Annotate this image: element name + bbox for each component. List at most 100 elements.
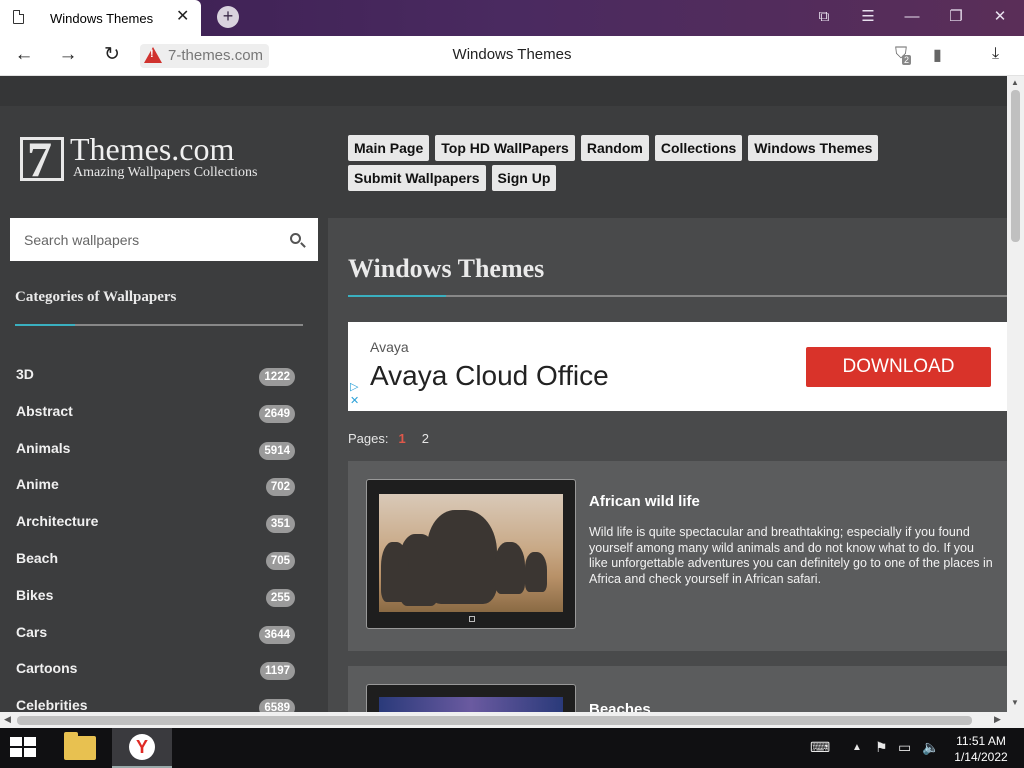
- category-name[interactable]: Animals: [16, 440, 70, 456]
- ad-choices-icon[interactable]: ▷ ✕: [350, 380, 359, 408]
- category-name[interactable]: Cars: [16, 624, 47, 640]
- logo-tagline: Amazing Wallpapers Collections: [73, 165, 258, 180]
- minimize-button[interactable]: —: [902, 8, 922, 26]
- download-icon[interactable]: ⤓: [992, 45, 999, 63]
- search-box: [10, 218, 318, 261]
- main-content: Windows Themes Avaya Avaya Cloud Office …: [328, 218, 1007, 712]
- theme-title[interactable]: African wild life: [589, 493, 700, 510]
- category-item[interactable]: Beach 705: [0, 550, 318, 587]
- page-link[interactable]: 2: [422, 431, 429, 446]
- scroll-down-icon[interactable]: ▼: [1011, 698, 1019, 707]
- windows-logo-icon: [469, 616, 475, 622]
- category-count: 255: [265, 588, 295, 607]
- menu-main-page[interactable]: Main Page: [348, 135, 430, 161]
- sidebar-title: Categories of Wallpapers: [15, 289, 177, 305]
- network-icon[interactable]: ▭: [898, 739, 911, 756]
- protect-badge: 2: [902, 55, 912, 65]
- new-tab-button[interactable]: +: [217, 6, 239, 28]
- horizontal-scrollbar[interactable]: ◀ ▶: [0, 712, 1007, 728]
- search-icon[interactable]: [290, 233, 301, 244]
- close-tab-icon[interactable]: ✕: [176, 8, 189, 26]
- category-count: 6589: [259, 699, 295, 712]
- page-viewport: 7 Themes.com Amazing Wallpapers Collecti…: [0, 76, 1007, 712]
- beach-image: [379, 697, 563, 712]
- category-count: 705: [265, 551, 295, 570]
- category-item[interactable]: 3D 1222: [0, 366, 318, 403]
- category-count: 1222: [259, 368, 295, 386]
- category-item[interactable]: Animals 5914: [0, 440, 318, 477]
- category-item[interactable]: Bikes 255: [0, 587, 318, 624]
- scroll-left-icon[interactable]: ◀: [4, 714, 11, 725]
- category-name[interactable]: Abstract: [16, 403, 73, 419]
- category-count: 2649: [259, 404, 295, 423]
- keyboard-icon[interactable]: ⌨: [810, 739, 830, 756]
- clock-date: 1/14/2022: [954, 750, 1008, 764]
- menu-submit[interactable]: Submit Wallpapers: [348, 165, 486, 191]
- flag-icon[interactable]: ⚑: [875, 739, 888, 756]
- close-window-button[interactable]: ✕: [990, 8, 1010, 26]
- page-icon: [13, 10, 24, 24]
- category-name[interactable]: 3D: [16, 366, 34, 382]
- elephant-image: [379, 494, 563, 612]
- bookmark-icon[interactable]: ▮: [933, 45, 942, 65]
- horizontal-scroll-thumb[interactable]: [17, 716, 972, 725]
- menu-sign-up[interactable]: Sign Up: [491, 165, 557, 191]
- menu-icon[interactable]: ☰: [858, 8, 878, 26]
- ad-download-button[interactable]: DOWNLOAD: [806, 347, 991, 387]
- theme-thumbnail[interactable]: [366, 479, 576, 629]
- search-input[interactable]: [10, 218, 280, 261]
- category-name[interactable]: Architecture: [16, 513, 98, 529]
- menu-windows-themes[interactable]: Windows Themes: [748, 135, 879, 161]
- menu-random[interactable]: Random: [580, 135, 649, 161]
- category-item[interactable]: Anime 702: [0, 476, 318, 513]
- category-count: 3644: [259, 625, 295, 644]
- category-count: 702: [265, 478, 295, 497]
- menu-top-hd[interactable]: Top HD WallPapers: [435, 135, 575, 161]
- scroll-up-icon[interactable]: ▲: [1011, 78, 1019, 87]
- pagination: Pages: 1 2: [348, 431, 429, 446]
- pages-label: Pages:: [348, 431, 389, 446]
- start-button[interactable]: [10, 737, 38, 759]
- bookmarks-icon[interactable]: ⧉: [814, 8, 834, 26]
- scroll-corner: [1007, 712, 1024, 728]
- category-name[interactable]: Celebrities: [16, 697, 88, 712]
- site-menu: Main Page Top HD WallPapers Random Collecti…: [348, 135, 908, 195]
- vertical-scrollbar[interactable]: ▲ ▼: [1007, 76, 1024, 712]
- category-name[interactable]: Beach: [16, 550, 58, 566]
- address-bar: ← → ↻ ! 7-themes.com Windows Themes ⛉ 2 …: [0, 36, 1024, 76]
- file-explorer-icon[interactable]: [64, 732, 96, 760]
- theme-card: African wild life Wild life is quite spe…: [348, 461, 1007, 651]
- yandex-icon: Y: [129, 734, 155, 760]
- category-item[interactable]: Architecture 351: [0, 513, 318, 550]
- logo-name[interactable]: Themes.com: [70, 132, 234, 166]
- category-item[interactable]: Abstract 2649: [0, 403, 318, 440]
- category-name[interactable]: Bikes: [16, 587, 53, 603]
- browser-tab[interactable]: Windows Themes ✕: [0, 0, 201, 36]
- site-logo[interactable]: 7: [20, 131, 64, 187]
- clock[interactable]: 11:51 AM 1/14/2022: [948, 733, 1014, 765]
- menu-collections[interactable]: Collections: [654, 135, 743, 161]
- theme-thumbnail[interactable]: [366, 684, 576, 712]
- vertical-scroll-thumb[interactable]: [1011, 90, 1020, 242]
- restore-button[interactable]: ❐: [946, 8, 966, 26]
- category-name[interactable]: Anime: [16, 476, 59, 492]
- page-link-current[interactable]: 1: [398, 431, 405, 446]
- top-band: [0, 76, 1007, 106]
- ad-headline[interactable]: Avaya Cloud Office: [370, 360, 609, 392]
- category-item[interactable]: Cars 3644: [0, 624, 318, 661]
- tray-expand-icon[interactable]: ▲: [852, 742, 862, 753]
- theme-title[interactable]: Beaches: [589, 701, 651, 712]
- taskbar: Y ⌨ ▲ ⚑ ▭ 🔈 11:51 AM 1/14/2022: [0, 728, 1024, 768]
- volume-muted-icon[interactable]: 🔈: [922, 739, 939, 756]
- ad-banner[interactable]: Avaya Avaya Cloud Office DOWNLOAD ▷ ✕: [348, 322, 1007, 411]
- category-list: 3D 1222 Abstract 2649 Animals 5914 Anime 702…: [0, 366, 318, 712]
- yandex-browser-taskbar-button[interactable]: Y: [112, 728, 172, 768]
- main-divider: [348, 295, 1007, 297]
- category-item[interactable]: Celebrities 6589: [0, 697, 318, 712]
- category-item[interactable]: Cartoons 1197: [0, 660, 318, 697]
- scroll-right-icon[interactable]: ▶: [994, 714, 1001, 725]
- ad-brand: Avaya: [370, 339, 409, 355]
- logo-mark: 7: [27, 131, 52, 187]
- category-name[interactable]: Cartoons: [16, 660, 77, 676]
- tab-bar: Windows Themes ✕ + ⧉ ☰ — ❐ ✕: [0, 0, 1024, 36]
